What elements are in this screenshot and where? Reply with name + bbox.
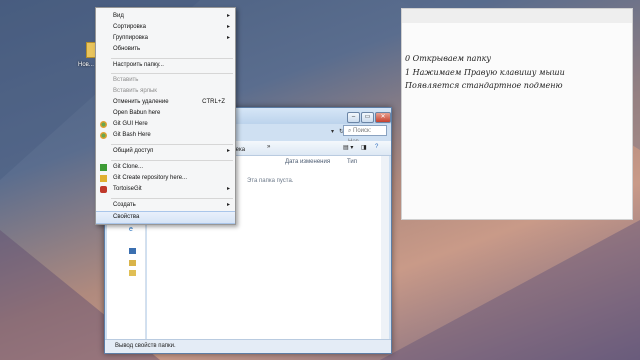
menu-item-label: Создать	[113, 202, 136, 208]
dropdown-arrow-icon[interactable]: ▾	[331, 128, 339, 136]
library-icon[interactable]	[129, 260, 136, 266]
menu-item-paste[interactable]: Вставить	[96, 75, 235, 86]
ie-icon[interactable]: e	[129, 226, 136, 233]
context-menu: Вид ▸ Сортировка ▸ Группировка ▸ Обновить Н…	[95, 7, 236, 225]
menu-item-label: Отменить удаление	[113, 99, 169, 105]
menu-item-label: Вставить ярлык	[113, 88, 157, 94]
view-options-icon[interactable]: ▤ ▾	[343, 144, 353, 151]
search-input[interactable]: ⌕ Поиск: Нов...	[343, 125, 387, 145]
status-bar: Вывод свойств папки.	[105, 339, 391, 353]
menu-item-git-create-repo[interactable]: Git Create repository here...	[96, 173, 235, 184]
column-date-modified[interactable]: Дата изменения	[285, 159, 330, 165]
submenu-arrow-icon: ▸	[226, 24, 230, 30]
menu-item-sort[interactable]: Сортировка ▸	[96, 22, 235, 33]
menu-item-open-babun[interactable]: Open Babun here	[96, 108, 235, 119]
menu-item-label: Git GUI Here	[113, 121, 148, 127]
menu-item-label: Вид	[113, 13, 124, 19]
git-gui-icon	[100, 121, 107, 128]
menu-separator	[111, 58, 233, 59]
git-bash-icon	[100, 132, 107, 139]
tortoise-create-icon	[100, 175, 107, 182]
menu-item-git-bash[interactable]: Git Bash Here	[96, 130, 235, 141]
menu-item-paste-shortcut[interactable]: Вставить ярлык	[96, 86, 235, 97]
submenu-arrow-icon: ▸	[226, 148, 230, 154]
menu-item-label: Вставить	[113, 77, 139, 83]
submenu-arrow-icon: ▸	[226, 35, 230, 41]
notes-line: Появляется стандартное подменю	[405, 81, 563, 90]
notes-panel: 0 Открываем папку 1 Нажимаем Правую клав…	[401, 8, 633, 220]
menu-item-label: Свойства	[113, 214, 140, 220]
menu-item-label: Обновить	[113, 46, 141, 52]
computer-icon[interactable]	[129, 248, 136, 254]
menu-item-tortoisegit[interactable]: TortoiseGit ▸	[96, 184, 235, 195]
wallpaper-facet	[380, 220, 640, 360]
maximize-button[interactable]: ▭	[361, 112, 374, 123]
notes-line: 1 Нажимаем Правую клавишу мыши	[405, 68, 565, 77]
menu-separator	[111, 144, 233, 145]
menu-item-sharing[interactable]: Общий доступ ▸	[96, 146, 235, 157]
notes-header	[402, 9, 632, 23]
column-type[interactable]: Тип	[347, 159, 357, 165]
help-icon[interactable]: ?	[375, 144, 378, 150]
menu-item-label: Группировка	[113, 35, 148, 41]
menu-item-create[interactable]: Создать ▸	[96, 200, 235, 211]
folder-icon[interactable]	[129, 270, 136, 276]
menu-item-label: Общий доступ	[113, 148, 154, 154]
submenu-arrow-icon: ▸	[226, 13, 230, 19]
desktop-folder-label: Нов...	[78, 62, 94, 68]
close-button[interactable]: ✕	[375, 112, 391, 123]
menu-separator	[111, 160, 233, 161]
status-text: Вывод свойств папки.	[115, 343, 176, 349]
menu-item-label: Git Bash Here	[113, 132, 151, 138]
menu-item-customize-folder[interactable]: Настроить папку...	[96, 60, 235, 71]
menu-item-refresh[interactable]: Обновить	[96, 44, 235, 55]
menu-item-view[interactable]: Вид ▸	[96, 11, 235, 22]
minimize-button[interactable]: –	[347, 112, 360, 123]
menu-item-label: TortoiseGit	[113, 186, 142, 192]
menu-item-label: Git Create repository here...	[113, 175, 188, 181]
menu-item-shortcut: CTRL+Z	[202, 99, 225, 105]
submenu-arrow-icon: ▸	[226, 202, 230, 208]
menu-item-undo-delete[interactable]: Отменить удаление CTRL+Z	[96, 97, 235, 108]
vertical-scrollbar[interactable]	[381, 156, 389, 339]
menu-item-label: Сортировка	[113, 24, 146, 30]
menu-item-git-clone[interactable]: Git Clone...	[96, 162, 235, 173]
submenu-arrow-icon: ▸	[226, 186, 230, 192]
tortoisegit-icon	[100, 186, 107, 193]
menu-item-group[interactable]: Группировка ▸	[96, 33, 235, 44]
notes-line: 0 Открываем папку	[405, 54, 492, 63]
git-clone-icon	[100, 164, 107, 171]
menu-item-label: Open Babun here	[113, 110, 161, 116]
menu-item-label: Git Clone...	[113, 164, 144, 170]
toolbar-more-button[interactable]: »	[267, 144, 270, 150]
menu-item-git-gui[interactable]: Git GUI Here	[96, 119, 235, 130]
menu-item-label: Настроить папку...	[113, 62, 164, 68]
menu-separator	[111, 73, 233, 74]
preview-pane-icon[interactable]: ◨	[361, 144, 367, 151]
menu-item-properties[interactable]: Свойства	[96, 211, 235, 224]
menu-separator	[111, 198, 233, 199]
empty-folder-text: Эта папка пуста.	[247, 178, 294, 184]
